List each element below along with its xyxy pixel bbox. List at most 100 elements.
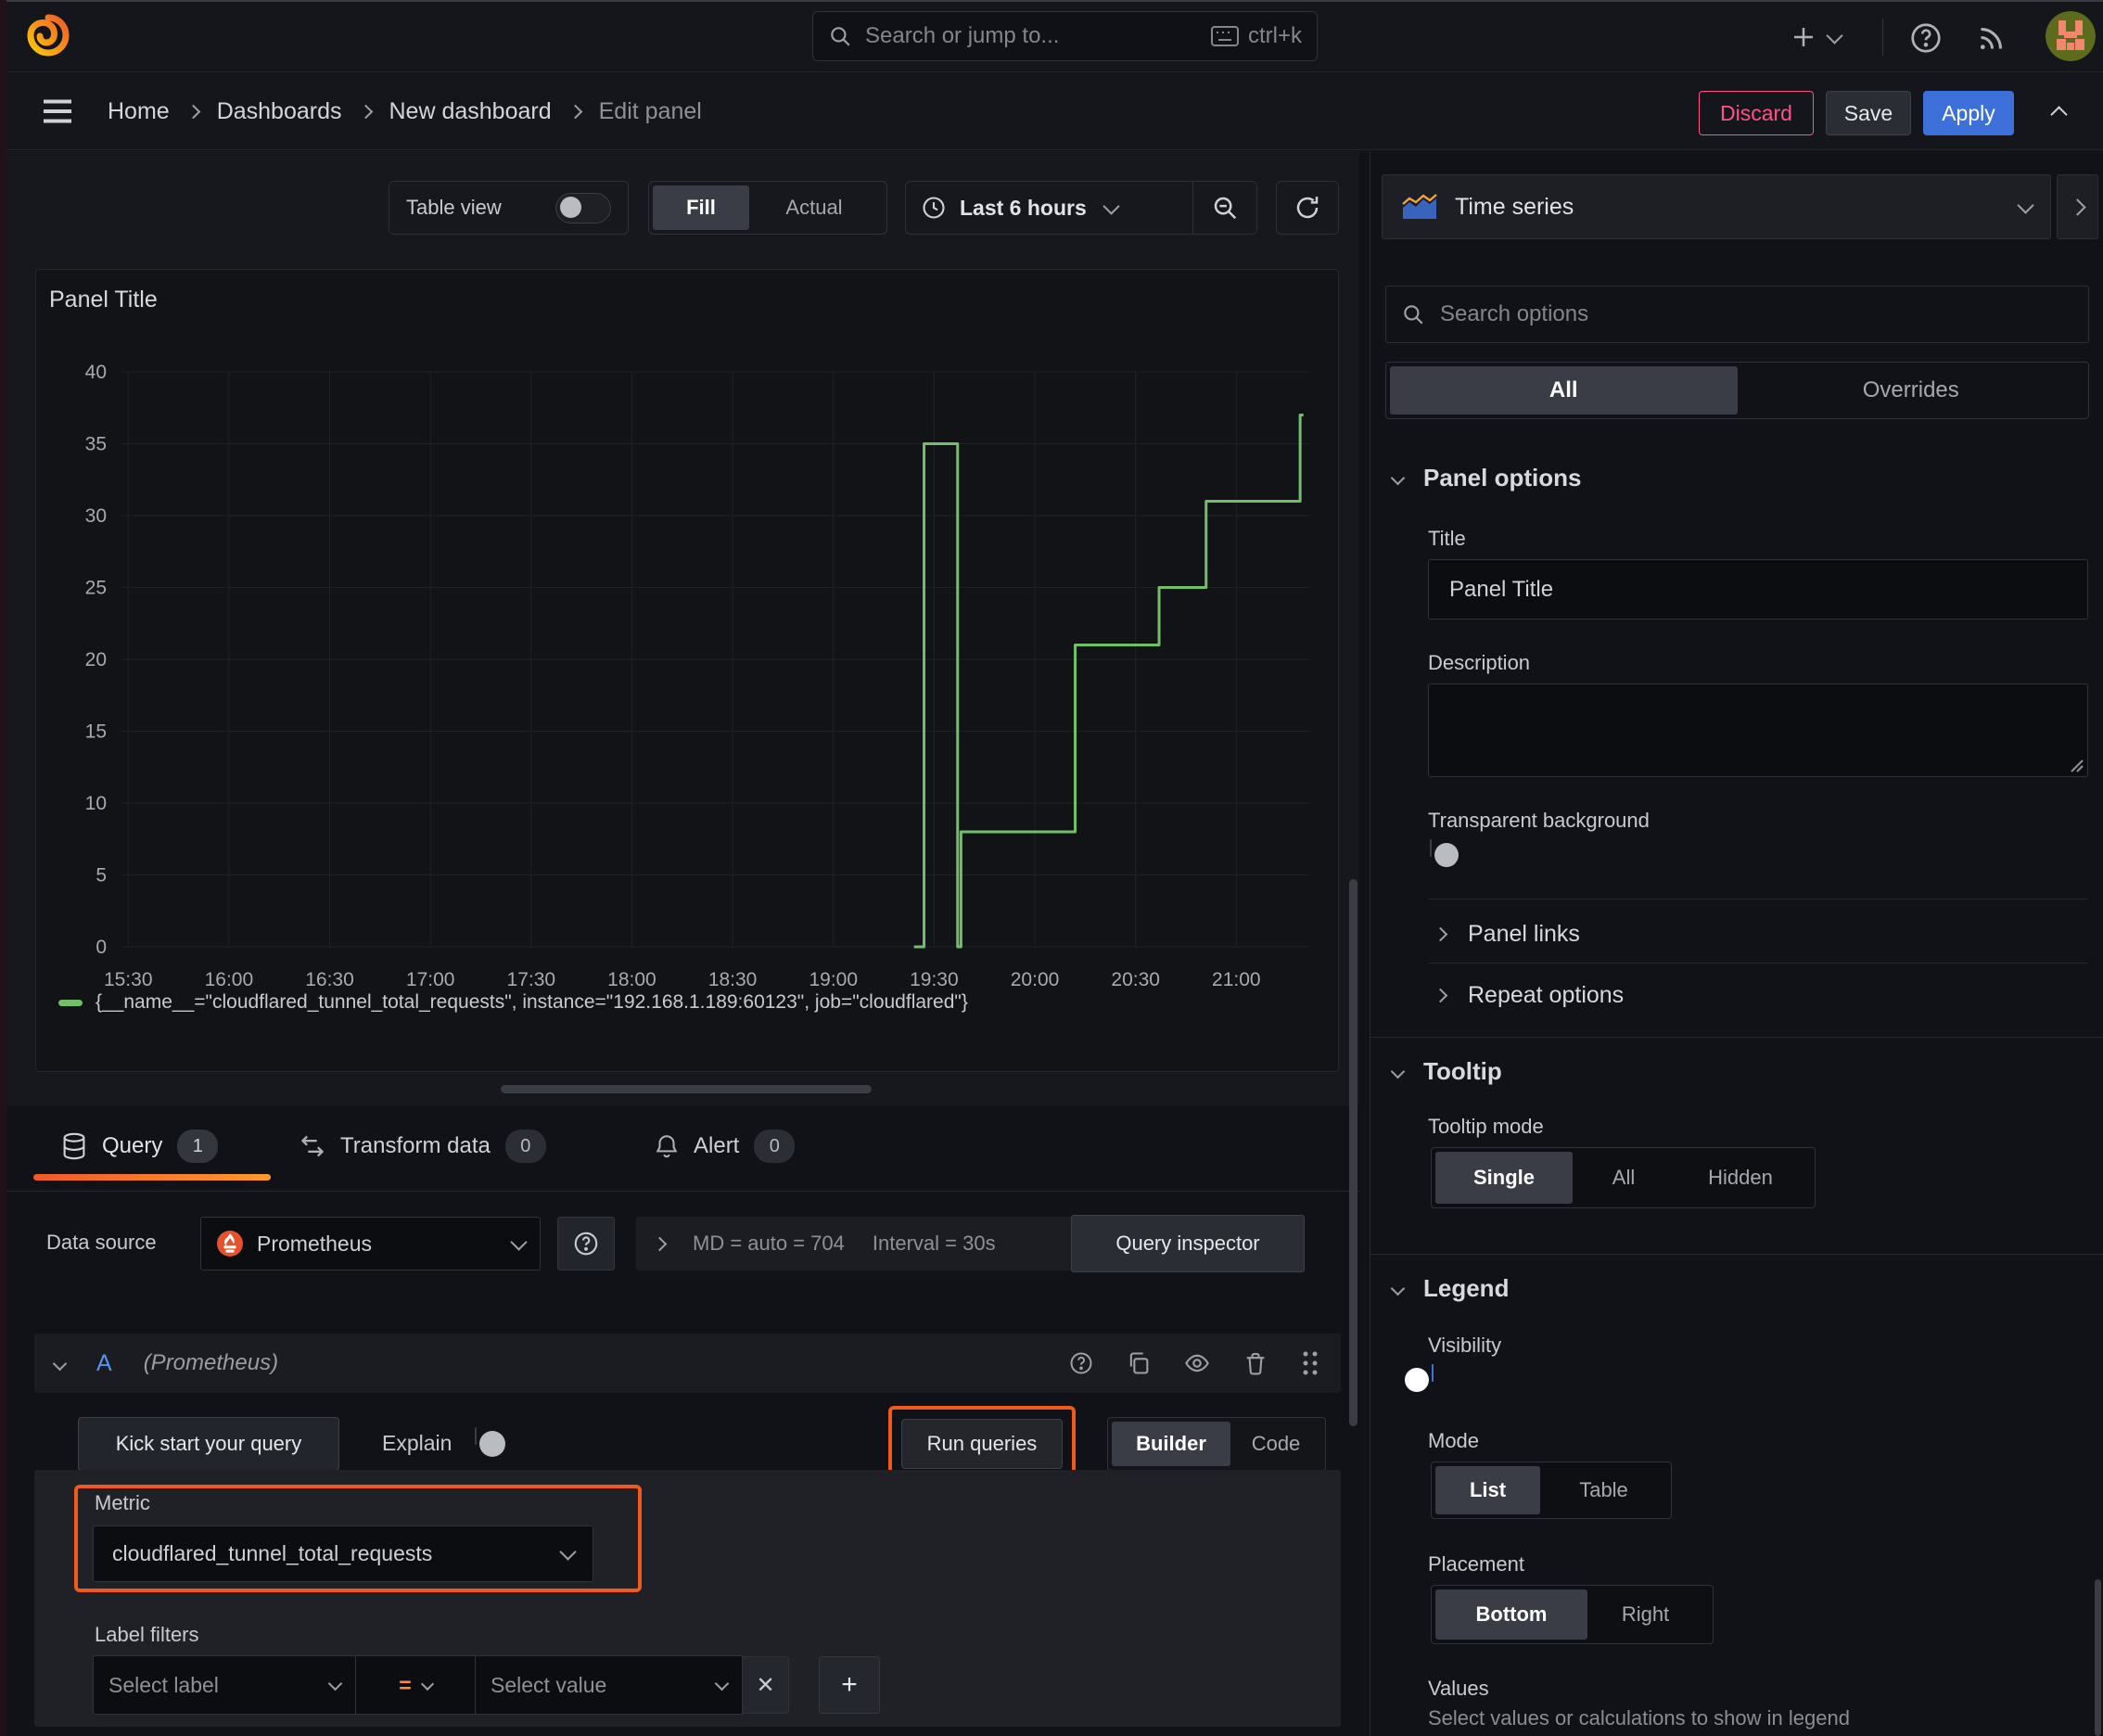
duplicate-query-icon[interactable]: [1126, 1350, 1152, 1376]
legend-placement-right[interactable]: Right: [1587, 1589, 1703, 1640]
options-scrollbar-thumb[interactable]: [2095, 1579, 2101, 1736]
tab-overrides[interactable]: Overrides: [1738, 366, 2085, 415]
transparent-bg-toggle[interactable]: [1430, 839, 1459, 867]
svg-text:19:30: 19:30: [910, 969, 959, 990]
legend-mode-list[interactable]: List: [1435, 1466, 1540, 1514]
section-legend-title: Legend: [1423, 1274, 1510, 1302]
explain-label: Explain: [382, 1431, 452, 1455]
select-label-dropdown[interactable]: Select label: [93, 1655, 356, 1715]
title-field-label: Title: [1428, 527, 1466, 550]
user-avatar[interactable]: [2046, 11, 2096, 61]
query-options-bar[interactable]: MD = auto = 704 Interval = 30s Query ins…: [636, 1215, 1305, 1272]
select-value-dropdown[interactable]: Select value: [476, 1655, 743, 1715]
section-panel-links[interactable]: Panel links: [1433, 918, 1580, 950]
hamburger-icon: [44, 99, 71, 123]
metric-select[interactable]: cloudflared_tunnel_total_requests: [93, 1525, 593, 1582]
actual-option[interactable]: Actual: [749, 185, 879, 230]
fill-option[interactable]: Fill: [653, 185, 749, 230]
datasource-picker[interactable]: Prometheus: [200, 1217, 541, 1270]
chevron-down-icon: [510, 1232, 528, 1251]
tab-alert[interactable]: Alert 0: [655, 1117, 796, 1175]
breadcrumb-item-dashboards[interactable]: Dashboards: [217, 98, 342, 125]
mega-menu-toggle[interactable]: [37, 91, 78, 132]
add-button[interactable]: [1790, 20, 1843, 54]
options-tabs: All Overrides: [1385, 362, 2089, 419]
table-view-toggle[interactable]: [555, 192, 611, 223]
grafana-logo[interactable]: [26, 13, 70, 57]
builder-option[interactable]: Builder: [1112, 1422, 1230, 1466]
description-field-label: Description: [1428, 651, 1531, 674]
help-button[interactable]: [1906, 19, 1945, 57]
save-button[interactable]: Save: [1826, 91, 1911, 135]
delete-query-icon[interactable]: [1243, 1350, 1268, 1376]
time-range-button[interactable]: Last 6 hours: [906, 182, 1192, 234]
zoom-out-button[interactable]: [1193, 182, 1256, 234]
options-search-input[interactable]: [1438, 300, 2073, 328]
grafana-edit-panel-window: ctrl+k Home: [0, 0, 2103, 1736]
panel-links-label: Panel links: [1468, 920, 1580, 947]
panel-preview: Panel Title 0 5 10 15 20 25 30 35 40 15:30 16:00 16…: [35, 269, 1339, 1072]
legend-mode-table[interactable]: Table: [1540, 1466, 1667, 1514]
discard-button[interactable]: Discard: [1699, 91, 1814, 135]
legend-swatch[interactable]: [58, 999, 83, 1006]
builder-code-segmented: Builder Code: [1107, 1417, 1326, 1471]
svg-text:16:00: 16:00: [205, 969, 254, 990]
tooltip-mode-all[interactable]: All: [1573, 1152, 1675, 1204]
add-filter-button[interactable]: +: [819, 1656, 880, 1714]
visualization-picker[interactable]: Time series: [1382, 174, 2051, 239]
panel-title-input[interactable]: [1428, 559, 2088, 619]
global-search-input[interactable]: [863, 22, 1211, 50]
query-inspector-button[interactable]: Query inspector: [1071, 1215, 1305, 1272]
query-ref-id[interactable]: A: [96, 1350, 112, 1377]
datasource-help-button[interactable]: [557, 1217, 615, 1270]
tooltip-mode-label: Tooltip mode: [1428, 1115, 1544, 1138]
query-help-icon[interactable]: [1068, 1350, 1094, 1376]
panel-resize-handle[interactable]: [501, 1085, 872, 1093]
tab-transform[interactable]: Transform data 0: [300, 1117, 546, 1175]
breadcrumb-current: Edit panel: [598, 97, 702, 124]
code-option[interactable]: Code: [1230, 1422, 1321, 1466]
panel-title[interactable]: Panel Title: [49, 287, 158, 313]
legend-placement-label: Placement: [1428, 1552, 1524, 1576]
apply-button[interactable]: Apply: [1923, 91, 2014, 135]
time-series-chart[interactable]: 0 5 10 15 20 25 30 35 40 15:30 16:00 16:30 17:00 17:3…: [36, 270, 1340, 1073]
tab-all[interactable]: All: [1390, 366, 1738, 415]
main-scrollbar-thumb[interactable]: [1349, 879, 1357, 1426]
refresh-button[interactable]: [1276, 181, 1339, 235]
svg-text:17:30: 17:30: [507, 969, 556, 990]
toggle-visibility-icon[interactable]: [1183, 1350, 1211, 1376]
operator-dropdown[interactable]: =: [356, 1655, 476, 1715]
resize-grip-icon: [2071, 760, 2084, 772]
legend-placement-bottom[interactable]: Bottom: [1435, 1589, 1587, 1640]
section-legend[interactable]: Legend: [1390, 1274, 1510, 1303]
visualization-name: Time series: [1455, 193, 1574, 220]
options-search-box[interactable]: [1385, 286, 2089, 343]
zoom-out-icon: [1214, 197, 1237, 220]
legend-visibility-toggle[interactable]: [1405, 1364, 1434, 1392]
section-repeat-options[interactable]: Repeat options: [1433, 979, 1624, 1011]
tooltip-mode-hidden[interactable]: Hidden: [1675, 1152, 1806, 1204]
breadcrumb-item-new-dashboard[interactable]: New dashboard: [389, 98, 552, 125]
breadcrumb-item-home[interactable]: Home: [108, 98, 170, 125]
bell-icon: [656, 1135, 678, 1158]
panel-description-textarea[interactable]: [1428, 683, 2088, 777]
kickstart-query-button[interactable]: Kick start your query: [78, 1417, 339, 1471]
label-filters-label: Label filters: [95, 1623, 199, 1646]
legend-series-name[interactable]: {__name__="cloudflared_tunnel_total_requ…: [96, 991, 968, 1014]
global-search-box[interactable]: ctrl+k: [812, 11, 1318, 61]
news-button[interactable]: [1971, 20, 2010, 57]
keyboard-icon: [1210, 26, 1239, 46]
tab-query[interactable]: Query 1: [61, 1117, 219, 1175]
run-queries-button[interactable]: Run queries: [901, 1419, 1063, 1469]
section-divider: [1370, 1037, 2103, 1038]
query-row-header[interactable]: A (Prometheus): [34, 1334, 1341, 1393]
section-tooltip[interactable]: Tooltip: [1390, 1057, 1502, 1086]
tooltip-mode-single[interactable]: Single: [1435, 1152, 1573, 1204]
timeseries-viz-icon: [1402, 194, 1437, 219]
expand-viz-list-button[interactable]: [2057, 174, 2098, 239]
section-panel-options[interactable]: Panel options: [1390, 464, 1581, 492]
remove-filter-button[interactable]: ✕: [743, 1656, 789, 1714]
collapse-options-button[interactable]: [2038, 96, 2079, 132]
drag-handle-icon[interactable]: [1300, 1349, 1320, 1377]
explain-toggle[interactable]: [475, 1427, 505, 1457]
